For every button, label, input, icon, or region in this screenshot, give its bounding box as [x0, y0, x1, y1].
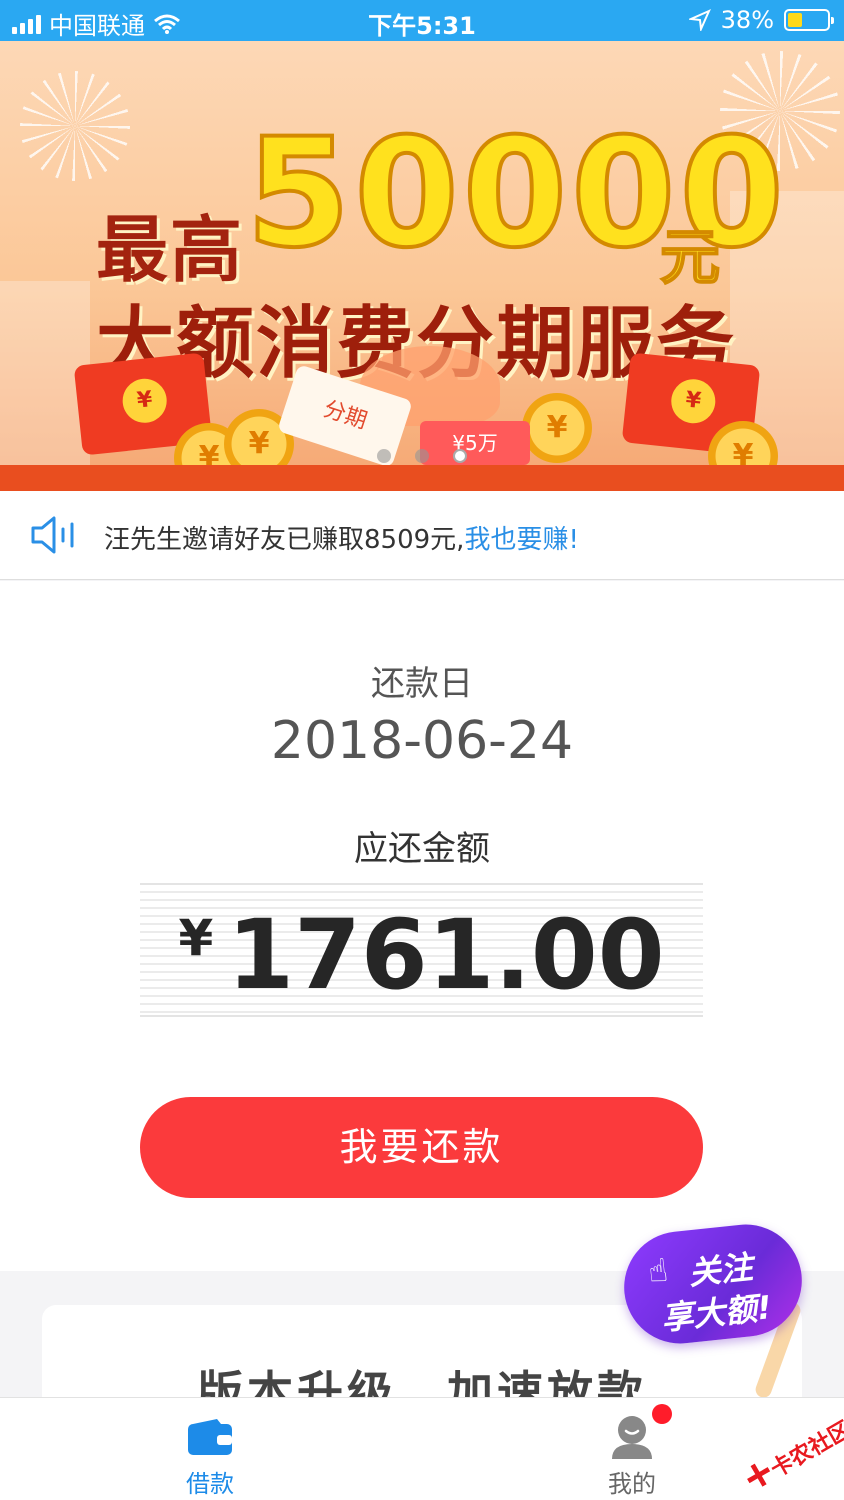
tab-bar: 借款 我的	[0, 1397, 844, 1500]
amount-due-label: 应还金额	[354, 829, 490, 869]
promo-banner[interactable]: 最高 50000 元 大额消费分期服务 ¥ ¥ ¥ ¥ ¥ ¥ 分期 ¥5万	[0, 41, 844, 491]
yuan-coin-icon: ¥	[669, 377, 718, 426]
amount-due-box: ¥1761.00	[140, 883, 703, 1017]
amount-due: ¥1761.00	[140, 899, 703, 1011]
person-icon	[612, 1416, 652, 1459]
due-date-label: 还款日	[371, 664, 473, 704]
location-arrow-icon	[688, 9, 711, 31]
due-date-value: 2018-06-24	[270, 711, 574, 771]
status-bar: 中国联通 下午5:31 38%	[0, 0, 844, 41]
tap-hand-icon: ☝	[646, 1250, 670, 1291]
notice-bar: 汪先生邀请好友已赚取8509元,我也要赚!	[0, 491, 844, 580]
tab-mine-label: 我的	[608, 1470, 656, 1498]
tab-loan[interactable]: 借款	[150, 1408, 270, 1498]
currency-symbol: ¥	[178, 909, 214, 967]
notification-dot	[652, 1404, 672, 1424]
notice-message: 汪先生邀请好友已赚取8509元,	[104, 525, 465, 555]
follow-badge-line2: 享大额!	[659, 1288, 774, 1338]
carousel-dot[interactable]	[377, 449, 391, 463]
wallet-icon	[188, 1419, 232, 1455]
notice-text: 汪先生邀请好友已赚取8509元,我也要赚!	[104, 519, 579, 556]
battery-icon	[784, 9, 834, 31]
battery-percent: 38%	[720, 6, 774, 34]
tab-loan-label: 借款	[186, 1470, 234, 1498]
carousel-dot[interactable]	[415, 449, 429, 463]
battery-fill	[788, 13, 802, 27]
amount-due-value: 1761.00	[227, 899, 665, 1011]
tab-mine[interactable]: 我的	[572, 1408, 692, 1498]
yuan-coin-icon: ¥	[120, 376, 169, 425]
repayment-card: 还款日 2018-06-24 应还金额 ¥1761.00 我要还款	[0, 581, 844, 1271]
status-right: 38%	[688, 6, 834, 34]
firework-decoration	[20, 71, 130, 181]
carousel-dot-active[interactable]	[453, 449, 467, 463]
banner-floor	[0, 465, 844, 491]
invite-link[interactable]: 我也要赚!	[464, 525, 578, 555]
carousel-dots	[0, 449, 844, 463]
repay-button[interactable]: 我要还款	[140, 1097, 703, 1198]
speaker-icon	[31, 516, 74, 554]
